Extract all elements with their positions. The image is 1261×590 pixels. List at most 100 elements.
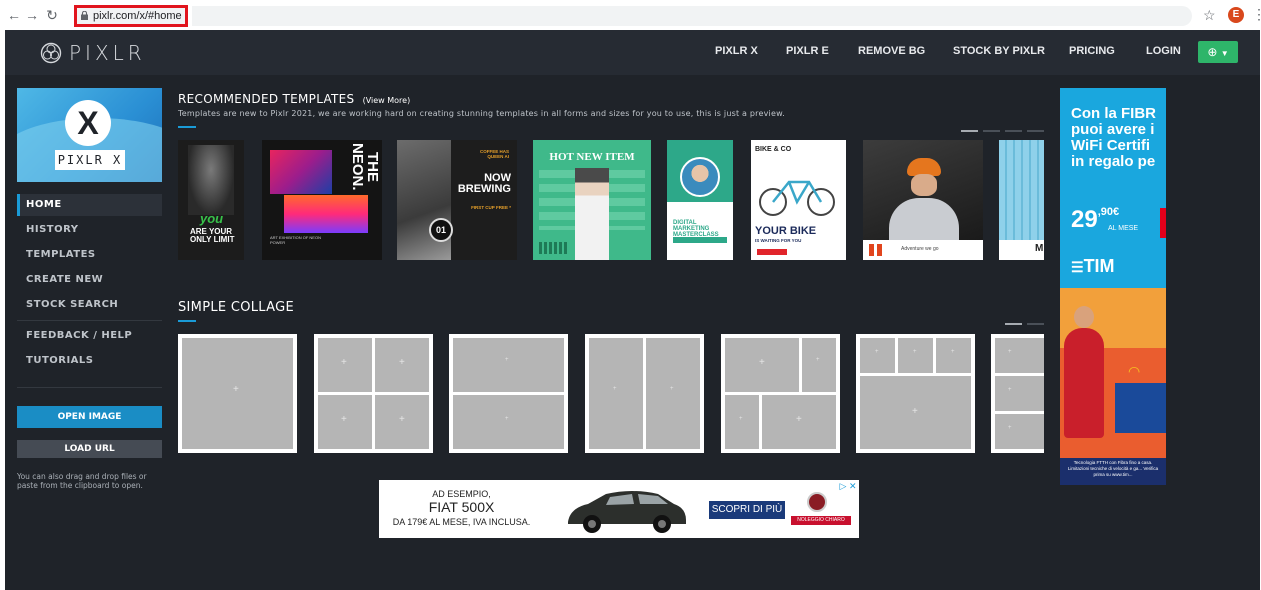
template-caption: ART EXHIBITION OF NEON POWER (270, 235, 321, 245)
pager-dot[interactable] (1027, 130, 1044, 132)
plus-icon: + (913, 349, 917, 355)
pixlr-logo-icon (40, 42, 62, 64)
plus-icon: + (341, 414, 347, 425)
sidebar-item-history[interactable]: HISTORY (17, 219, 162, 241)
templates-pager[interactable] (961, 130, 1044, 132)
template-card-hot-new-item[interactable]: HOT NEW ITEM (533, 140, 651, 260)
ad-cta-button[interactable]: SCOPRI DI PIÙ (709, 501, 785, 519)
nav-pixlr-e[interactable]: PIXLR E (786, 45, 829, 57)
wifi-icon: ◠ (1128, 363, 1141, 379)
nav-pricing[interactable]: PRICING (1069, 45, 1115, 57)
collage-layout-partial[interactable]: + + + (991, 334, 1044, 453)
pager-dot[interactable] (961, 130, 978, 132)
templates-title: RECOMMENDED TEMPLATES (178, 92, 355, 106)
template-card-bike[interactable]: BIKE & CO YOUR BIKE IS WAITING FOR YOU (751, 140, 846, 260)
ad-line-3: DA 179€ AL MESE, IVA INCLUSA. (392, 517, 531, 527)
collage-layout-two-rows[interactable]: + + (449, 334, 568, 453)
template-text: DIGITAL MARKETING MASTERCLASS (673, 220, 719, 238)
collage-layout-single[interactable]: + (178, 334, 297, 453)
plus-icon: + (875, 349, 879, 355)
template-brand-text: BIKE & CO (755, 146, 792, 153)
pager-dot[interactable] (1005, 130, 1022, 132)
sidebar-item-tutorials[interactable]: TUTORIALS (17, 350, 162, 372)
template-card-coffee[interactable]: 01 COFFEE HAS QUEEN AI NOW BREWING FIRST… (397, 140, 517, 260)
collage-layout-three-top[interactable]: + + + + (856, 334, 975, 453)
plus-icon: + (759, 357, 765, 368)
templates-subtitle: Templates are new to Pixlr 2021, we are … (178, 109, 785, 118)
nav-login[interactable]: LOGIN (1146, 45, 1181, 57)
pager-dot[interactable] (983, 130, 1000, 132)
template-jacket (889, 198, 959, 240)
sidebar-item-feedback-help[interactable]: FEEDBACK / HELP (17, 325, 162, 347)
view-more-link[interactable]: (View More) (363, 96, 411, 105)
logo-text: PIXLR (69, 41, 146, 65)
template-accent (877, 244, 882, 256)
ad-headline-line: puoi avere i (1071, 121, 1155, 138)
caret-down-icon: ▼ (1220, 49, 1229, 58)
plus-icon: + (399, 414, 405, 425)
load-url-button[interactable]: LOAD URL (17, 440, 162, 458)
pixlr-logo[interactable]: PIXLR (40, 41, 146, 65)
ad-banner-right[interactable]: Con la FIBR puoi avere i WiFi Certifi in… (1060, 88, 1166, 485)
reload-icon[interactable]: ↻ (44, 7, 60, 23)
template-cta-bar (757, 249, 787, 255)
template-card-digital-marketing[interactable]: DIGITAL MARKETING MASTERCLASS (667, 140, 733, 260)
nav-stock-by-pixlr[interactable]: STOCK BY PIXLR (953, 45, 1045, 57)
template-text: NOW BREWING (457, 172, 511, 195)
templates-accent-bar (178, 126, 196, 128)
plus-icon: + (670, 386, 674, 392)
sidebar-item-stock-search[interactable]: STOCK SEARCH (17, 294, 162, 316)
collage-pager[interactable] (1005, 323, 1044, 325)
globe-icon: ⊕ (1207, 45, 1218, 59)
plus-icon: + (1008, 387, 1012, 393)
car-image (568, 491, 686, 533)
menu-dots-icon[interactable]: ⋮ (1252, 6, 1261, 23)
drag-drop-hint: You can also drag and drop files or past… (17, 472, 147, 490)
plus-icon: + (1008, 349, 1012, 355)
ad-rental-badge: NOLEGGIO CHIARO (791, 516, 851, 525)
sidebar: X PIXLR X HOME HISTORY TEMPLATES CREATE … (5, 75, 175, 590)
adchoices-icon[interactable]: ▷ ✕ (837, 480, 859, 492)
template-card-fitness[interactable]: you ARE YOUR ONLY LIMIT (178, 140, 244, 260)
nav-remove-bg[interactable]: REMOVE BG (858, 45, 925, 57)
template-card-neon[interactable]: THE NEON. ART EXHIBITION OF NEON POWER (262, 140, 382, 260)
back-arrow-icon[interactable]: ← (6, 7, 22, 23)
plus-icon: + (739, 416, 743, 422)
open-image-button[interactable]: OPEN IMAGE (17, 406, 162, 428)
collage-layout-mixed[interactable]: + + + + (721, 334, 840, 453)
address-bar[interactable]: pixlr.com/x/#home (74, 5, 188, 27)
pixlr-app: PIXLR PIXLR X PIXLR E REMOVE BG STOCK BY… (5, 30, 1260, 590)
template-card-partial[interactable]: M (999, 140, 1044, 260)
collage-layout-two-columns[interactable]: + + (585, 334, 704, 453)
template-text: ARE YOUR ONLY LIMIT (190, 227, 235, 244)
collage-layout-grid-4[interactable]: + + + + (314, 334, 433, 453)
template-text: HOT NEW ITEM (549, 151, 635, 163)
forward-arrow-icon[interactable]: → (24, 7, 40, 23)
ad-headline-line: Con la FIBR (1071, 105, 1156, 122)
template-text: M (1035, 243, 1044, 254)
template-model (575, 168, 609, 260)
sidebar-item-home[interactable]: HOME (17, 194, 162, 216)
template-photo (284, 195, 368, 233)
pager-dot[interactable] (1027, 323, 1044, 325)
collage-title: SIMPLE COLLAGE (178, 300, 294, 315)
template-stripes (539, 242, 569, 254)
collage-cell (995, 376, 1044, 411)
bicycle-icon (759, 180, 835, 216)
nav-pixlr-x[interactable]: PIXLR X (715, 45, 758, 57)
bookmark-star-icon[interactable]: ☆ (1203, 7, 1216, 24)
sidebar-item-templates[interactable]: TEMPLATES (17, 244, 162, 266)
ad-per-month: AL MESE (1108, 225, 1139, 232)
language-button[interactable]: ⊕ ▼ (1198, 41, 1238, 63)
template-photo (188, 145, 234, 215)
profile-avatar[interactable]: E (1228, 7, 1244, 23)
top-navigation: PIXLR PIXLR X PIXLR E REMOVE BG STOCK BY… (5, 30, 1260, 75)
ad-banner-bottom[interactable]: AD ESEMPIO, FIAT 500X DA 179€ AL MESE, I… (379, 480, 859, 538)
ad-headline: Con la FIBR puoi avere i WiFi Certifi in… (1071, 106, 1156, 170)
sidebar-item-create-new[interactable]: CREATE NEW (17, 269, 162, 291)
collage-accent-bar (178, 320, 196, 322)
template-card-adventure[interactable]: Adventure we go (863, 140, 983, 260)
pager-dot[interactable] (1005, 323, 1022, 325)
browser-toolbar: ← → ↻ pixlr.com/x/#home ☆ E ⋮ (0, 0, 1261, 30)
url-text[interactable]: pixlr.com/x/#home (93, 10, 182, 22)
